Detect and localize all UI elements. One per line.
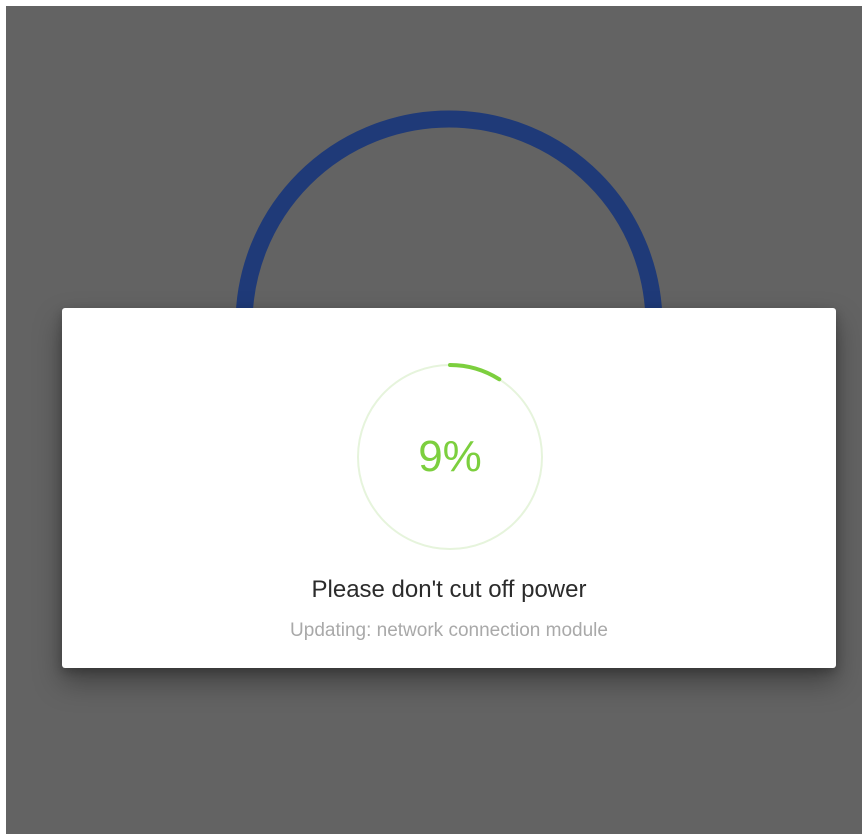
progress-ring: 9% — [355, 362, 545, 552]
update-screen: 9% Please don't cut off power Updating: … — [6, 6, 862, 834]
update-dialog: 9% Please don't cut off power Updating: … — [62, 308, 836, 668]
dialog-subtitle: Updating: network connection module — [290, 620, 608, 641]
progress-percent: 9% — [418, 432, 482, 481]
dialog-title: Please don't cut off power — [311, 576, 587, 603]
